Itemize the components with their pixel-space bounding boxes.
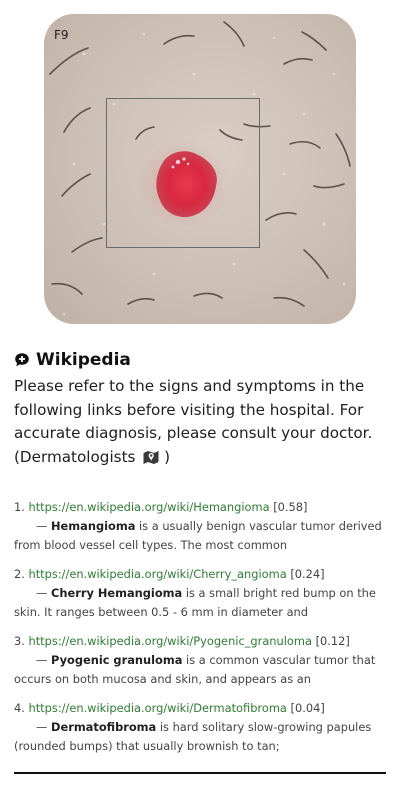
list-item: 2. https://en.wikipedia.org/wiki/Cherry_… — [14, 565, 388, 622]
result-term: Hemangioma — [51, 519, 136, 533]
frame-label: F9 — [54, 28, 69, 42]
result-index: 4. — [14, 701, 25, 715]
result-index: 1. — [14, 500, 25, 514]
intro-body: Please refer to the signs and symptoms i… — [14, 377, 373, 466]
divider — [14, 772, 386, 774]
list-item: 3. https://en.wikipedia.org/wiki/Pyogeni… — [14, 632, 388, 689]
chat-bubble-plus-icon — [15, 353, 29, 367]
lesion-photo: F9 — [44, 14, 356, 324]
intro-suffix: ) — [159, 447, 171, 466]
result-header: 3. https://en.wikipedia.org/wiki/Pyogeni… — [14, 632, 388, 651]
result-link[interactable]: https://en.wikipedia.org/wiki/Dermatofib… — [29, 701, 287, 715]
result-link[interactable]: https://en.wikipedia.org/wiki/Pyogenic_g… — [29, 634, 312, 648]
intro-text: Please refer to the signs and symptoms i… — [14, 375, 386, 469]
result-term: Cherry Hemangioma — [51, 586, 183, 600]
result-link[interactable]: https://en.wikipedia.org/wiki/Cherry_ang… — [29, 567, 287, 581]
detection-box — [106, 98, 260, 248]
result-index: 2. — [14, 567, 25, 581]
result-description: — Dermatofibroma is hard solitary slow-g… — [14, 720, 372, 753]
wiki-title: Wikipedia — [36, 350, 131, 370]
result-description: — Cherry Hemangioma is a small bright re… — [14, 586, 376, 619]
result-term: Dermatofibroma — [51, 720, 157, 734]
result-description: — Hemangioma is a usually benign vascula… — [14, 519, 382, 552]
result-header: 1. https://en.wikipedia.org/wiki/Hemangi… — [14, 498, 388, 517]
result-header: 4. https://en.wikipedia.org/wiki/Dermato… — [14, 699, 388, 718]
result-score: [0.12] — [315, 634, 350, 648]
map-marker-icon[interactable] — [143, 450, 159, 464]
result-term: Pyogenic granuloma — [51, 653, 183, 667]
result-score: [0.04] — [290, 701, 325, 715]
list-item: 4. https://en.wikipedia.org/wiki/Dermato… — [14, 699, 388, 756]
result-score: [0.24] — [290, 567, 325, 581]
list-item: 1. https://en.wikipedia.org/wiki/Hemangi… — [14, 498, 388, 555]
results-list: 1. https://en.wikipedia.org/wiki/Hemangi… — [14, 498, 388, 766]
wiki-header: Wikipedia — [14, 350, 131, 370]
result-score: [0.58] — [273, 500, 308, 514]
result-link[interactable]: https://en.wikipedia.org/wiki/Hemangioma — [29, 500, 270, 514]
result-header: 2. https://en.wikipedia.org/wiki/Cherry_… — [14, 565, 388, 584]
result-index: 3. — [14, 634, 25, 648]
result-description: — Pyogenic granuloma is a common vascula… — [14, 653, 376, 686]
